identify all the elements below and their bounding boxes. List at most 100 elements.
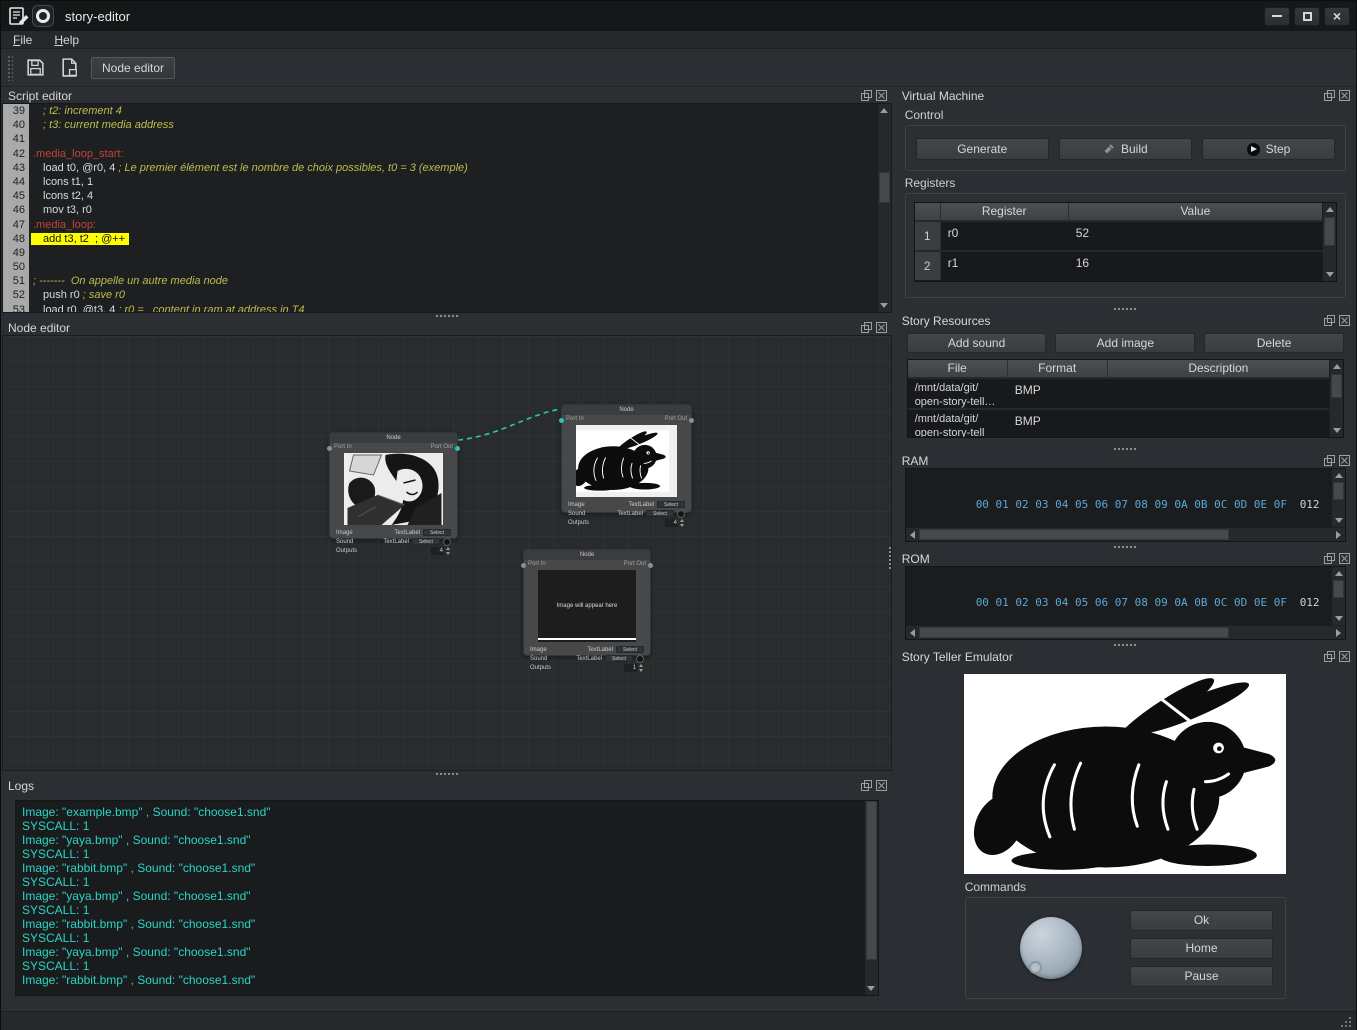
media-node[interactable]: Node Port In Port Out ImageTextLabelSele…: [561, 404, 692, 513]
code-instruction: load r0, @t3, 4: [43, 304, 118, 312]
vm-title: Virtual Machine: [902, 89, 1324, 103]
close-panel-icon[interactable]: [1339, 651, 1350, 662]
media-node[interactable]: Node Port In Port Out ImageTextLabelSele…: [329, 432, 458, 539]
log-line: Image: "rabbit.bmp" , Sound: "choose1.sn…: [22, 861, 864, 875]
image-text-label: TextLabel: [587, 647, 613, 653]
rom-title: ROM: [902, 552, 1324, 566]
register-name: r0: [941, 222, 1069, 250]
select-sound-button[interactable]: Select: [646, 510, 674, 517]
commands-group-label: Commands: [965, 880, 1356, 894]
log-view[interactable]: Image: "example.bmp" , Sound: "choose1.s…: [15, 800, 879, 996]
port-out-socket[interactable]: [689, 418, 694, 423]
story-resources-panel: Story Resources Add sound Add image Dele…: [895, 312, 1356, 446]
logs-vertical-scrollbar[interactable]: [864, 801, 878, 995]
float-panel-icon[interactable]: [861, 90, 872, 101]
close-panel-icon[interactable]: [876, 780, 887, 791]
close-panel-icon[interactable]: [876, 322, 887, 333]
port-in-socket[interactable]: [521, 563, 526, 568]
register-row[interactable]: 2 r1 16: [915, 250, 1322, 280]
add-sound-button[interactable]: Add sound: [907, 333, 1047, 353]
menu-help[interactable]: Help: [54, 33, 79, 47]
close-panel-icon[interactable]: [1339, 315, 1350, 326]
float-panel-icon[interactable]: [1324, 651, 1335, 662]
resources-col-file[interactable]: File: [908, 360, 1008, 377]
port-in-socket[interactable]: [559, 418, 564, 423]
port-in-socket[interactable]: [327, 446, 332, 451]
delete-button[interactable]: Delete: [1204, 333, 1344, 353]
select-image-button[interactable]: Select: [657, 501, 685, 508]
maximize-button[interactable]: [1294, 7, 1320, 26]
generate-button[interactable]: Generate: [916, 138, 1049, 160]
select-image-button[interactable]: Select: [616, 646, 644, 653]
register-row[interactable]: 1 r0 52: [915, 220, 1322, 250]
minimize-button[interactable]: [1264, 7, 1290, 26]
node-canvas[interactable]: Node Port In Port Out ImageTextLabelSele…: [2, 335, 892, 771]
port-out-socket[interactable]: [455, 446, 460, 451]
float-panel-icon[interactable]: [861, 780, 872, 791]
resources-table[interactable]: File Format Description /mnt/data/git/op…: [908, 360, 1329, 437]
registers-col-value[interactable]: Value: [1069, 203, 1322, 220]
float-panel-icon[interactable]: [861, 322, 872, 333]
toolbar: Node editor: [1, 49, 1356, 87]
rom-vertical-scrollbar[interactable]: [1331, 567, 1345, 625]
resource-row[interactable]: /mnt/data/git/open-story-tell BMP: [908, 408, 1329, 437]
add-image-button[interactable]: Add image: [1055, 333, 1195, 353]
select-sound-button[interactable]: Select: [412, 538, 440, 545]
resize-grip[interactable]: [1340, 1016, 1353, 1029]
registers-scrollbar[interactable]: [1322, 203, 1336, 281]
close-panel-icon[interactable]: [1339, 553, 1350, 564]
float-panel-icon[interactable]: [1324, 315, 1335, 326]
registers-col-register[interactable]: Register: [941, 203, 1069, 220]
rom-hex-view[interactable]: 00 01 02 03 04 05 06 07 08 09 0A 0B 0C 0…: [905, 566, 1346, 640]
rom-panel: ROM 00 01 02 03 04 05 06 07 08 09 0A 0B …: [895, 550, 1356, 642]
ram-horizontal-scrollbar[interactable]: [906, 527, 1345, 541]
build-button[interactable]: Build: [1059, 138, 1192, 160]
resource-row[interactable]: /mnt/data/git/open-story-tell… BMP: [908, 377, 1329, 408]
menu-file[interactable]: File: [13, 33, 32, 47]
node-editor-toolbar-button[interactable]: Node editor: [91, 57, 175, 79]
home-button[interactable]: Home: [1130, 938, 1273, 959]
save-icon[interactable]: [23, 56, 47, 80]
close-panel-icon[interactable]: [876, 90, 887, 101]
select-sound-button[interactable]: Select: [605, 655, 633, 662]
resources-col-format[interactable]: Format: [1008, 360, 1108, 377]
select-image-button[interactable]: Select: [423, 529, 451, 536]
registers-table[interactable]: Register Value 1 r0 52 2 r1: [915, 203, 1322, 281]
close-panel-icon[interactable]: [1339, 455, 1350, 466]
pause-button[interactable]: Pause: [1130, 966, 1273, 987]
close-panel-icon[interactable]: [1339, 90, 1350, 101]
outputs-spinbox[interactable]: 4: [665, 519, 685, 527]
rom-horizontal-scrollbar[interactable]: [906, 625, 1345, 639]
close-button[interactable]: ×: [1324, 7, 1350, 26]
splitter-handle[interactable]: [895, 544, 1356, 550]
float-panel-icon[interactable]: [1324, 455, 1335, 466]
play-sound-button[interactable]: [636, 655, 644, 663]
app-document-pencil-icon: [7, 4, 31, 28]
resources-col-description[interactable]: Description: [1108, 360, 1329, 377]
play-sound-button[interactable]: [677, 510, 685, 518]
statusbar: [1, 1011, 1356, 1030]
play-sound-button[interactable]: [443, 538, 451, 546]
new-file-icon[interactable]: [57, 56, 81, 80]
media-node[interactable]: Node Port In Port Out Image will appear …: [523, 549, 651, 656]
ok-button[interactable]: Ok: [1130, 910, 1273, 931]
outputs-spinbox[interactable]: 1: [624, 664, 644, 672]
float-panel-icon[interactable]: [1324, 553, 1335, 564]
resources-scrollbar[interactable]: [1329, 360, 1343, 437]
line-number: 48: [3, 232, 29, 246]
script-editor-vertical-scrollbar[interactable]: [877, 104, 891, 312]
ram-hex-view[interactable]: 00 01 02 03 04 05 06 07 08 09 0A 0B 0C 0…: [905, 468, 1346, 542]
port-out-socket[interactable]: [648, 563, 653, 568]
line-number: 49: [3, 246, 29, 260]
sound-text-label: TextLabel: [617, 511, 643, 517]
ram-vertical-scrollbar[interactable]: [1331, 469, 1345, 527]
dial-knob[interactable]: [1020, 917, 1082, 979]
titlebar[interactable]: story-editor ×: [1, 1, 1356, 31]
sound-text-label: TextLabel: [576, 656, 602, 662]
outputs-spinbox[interactable]: 4: [431, 547, 451, 555]
toolbar-drag-handle[interactable]: [7, 55, 13, 81]
step-button[interactable]: Step: [1202, 138, 1335, 160]
code-editor[interactable]: 39; t2: increment 4 40; t3: current medi…: [2, 103, 892, 313]
port-in-label: Port In: [528, 561, 546, 569]
float-panel-icon[interactable]: [1324, 90, 1335, 101]
